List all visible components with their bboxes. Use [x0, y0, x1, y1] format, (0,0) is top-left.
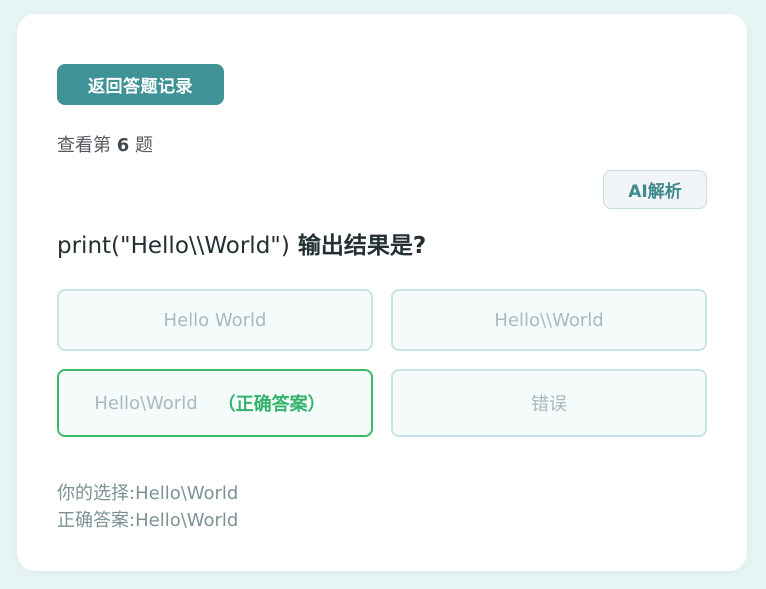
option-d-text: 错误	[531, 394, 567, 415]
your-choice-value: Hello\World	[135, 483, 239, 504]
correct-answer-label: 正确答案:	[57, 510, 136, 531]
question-review-card: 返回答题记录 查看第 6 题 AI解析 print("Hello\\World"…	[17, 14, 747, 571]
question-number: 6	[116, 135, 130, 156]
correct-answer-tag: （正确答案）	[217, 394, 326, 415]
your-choice-line: 你的选择:Hello\World	[57, 480, 238, 507]
viewing-suffix: 题	[135, 135, 153, 156]
your-choice-label: 你的选择:	[57, 483, 136, 504]
question-title: print("Hello\\World") 输出结果是?	[57, 226, 426, 260]
answer-summary: 你的选择:Hello\World 正确答案:Hello\World	[57, 480, 238, 534]
ai-analysis-button[interactable]: AI解析	[603, 170, 707, 209]
question-code: print("Hello\\World")	[57, 233, 290, 259]
back-to-records-button[interactable]: 返回答题记录	[57, 64, 224, 105]
question-text: 输出结果是?	[297, 233, 427, 259]
option-a[interactable]: Hello World	[57, 289, 373, 351]
correct-answer-value: Hello\World	[135, 510, 239, 531]
option-c-correct[interactable]: Hello\World （正确答案）	[57, 369, 373, 437]
option-c-text: Hello\World	[94, 392, 198, 414]
correct-answer-line: 正确答案:Hello\World	[57, 507, 238, 534]
viewing-prefix: 查看第	[57, 135, 111, 156]
option-a-text: Hello World	[163, 309, 267, 331]
question-index-text: 查看第 6 题	[57, 131, 153, 157]
option-b[interactable]: Hello\\World	[391, 289, 707, 351]
option-d[interactable]: 错误	[391, 369, 707, 437]
option-b-text: Hello\\World	[494, 309, 604, 331]
